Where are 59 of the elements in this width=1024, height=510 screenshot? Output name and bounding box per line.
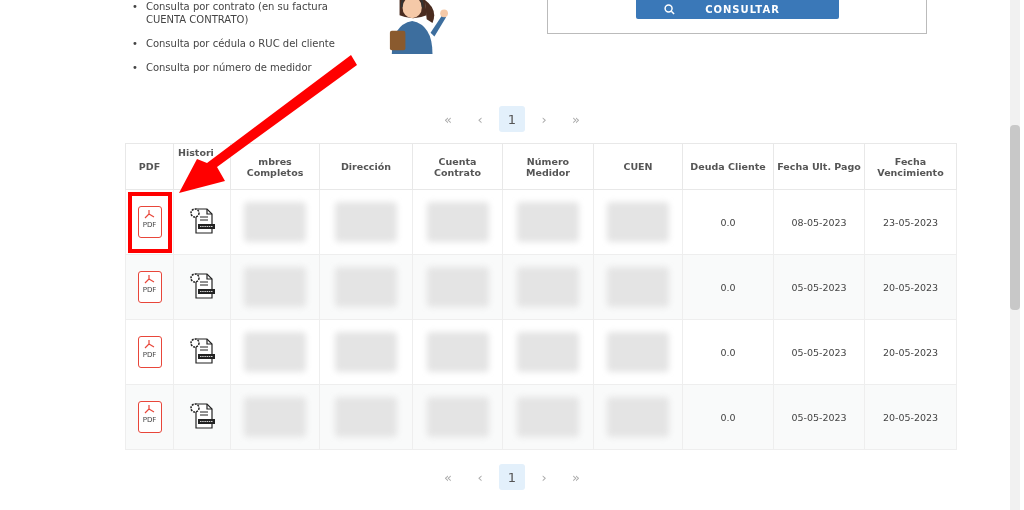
blurred-content: [517, 332, 579, 372]
table-cell: 0.0: [682, 254, 774, 320]
table-cell: 20-05-2023: [864, 319, 957, 385]
option-text: Consulta por contrato (en su factura CUENTA CONTRATO): [145, 0, 329, 26]
table-cell: 0.0: [682, 189, 774, 255]
column-header: Fecha Vencimiento: [877, 155, 944, 178]
blurred-content: [426, 202, 489, 242]
blurred-content: [426, 332, 489, 372]
previous-page-button[interactable]: ‹: [467, 106, 493, 132]
option-text: Consulta por cédula o RUC del cliente: [145, 37, 335, 50]
next-page-button[interactable]: ›: [531, 464, 557, 490]
column-header: Deuda Cliente: [690, 161, 766, 172]
acrobat-icon: [144, 210, 155, 219]
table-cell: 23-05-2023: [864, 189, 957, 255]
blurred-content: [335, 332, 397, 372]
option-text: Consulta por número de medidor: [145, 61, 312, 74]
history-document-icon[interactable]: [187, 271, 217, 301]
blurred-content: [607, 202, 669, 242]
bullet: •: [132, 0, 138, 13]
column-header: Histori: [178, 147, 214, 158]
table-cell: 20-05-2023: [864, 254, 957, 320]
acrobat-icon: [144, 275, 155, 284]
table-cell: 20-05-2023: [864, 384, 957, 450]
previous-page-button[interactable]: ‹: [467, 464, 493, 490]
last-page-button[interactable]: »: [563, 464, 589, 490]
blurred-content: [335, 202, 397, 242]
acrobat-icon: [144, 405, 155, 414]
blurred-content: [607, 332, 669, 372]
scrollbar[interactable]: [1010, 0, 1020, 510]
table-cell: 05-05-2023: [773, 254, 865, 320]
table-cell: 05-05-2023: [773, 319, 865, 385]
search-button[interactable]: CONSULTAR: [635, 0, 839, 19]
search-icon: [664, 4, 676, 15]
history-document-icon[interactable]: [187, 336, 217, 366]
history-document-icon[interactable]: [187, 206, 217, 236]
blurred-content: [244, 332, 306, 372]
next-page-button[interactable]: ›: [531, 106, 557, 132]
table-cell: 05-05-2023: [773, 384, 865, 450]
acrobat-icon: [144, 340, 155, 349]
column-header: CUEN: [623, 161, 653, 172]
column-header: Cuenta Contrato: [434, 155, 481, 178]
bullet: •: [132, 61, 138, 74]
column-header: PDF: [138, 161, 161, 172]
page-button[interactable]: 1: [499, 464, 525, 490]
table-cell: 08-05-2023: [773, 189, 865, 255]
first-page-button[interactable]: «: [435, 106, 461, 132]
column-header: mbres Completos: [246, 155, 304, 178]
table-cell: 0.0: [682, 319, 774, 385]
table-cell: 0.0: [682, 384, 774, 450]
first-page-button[interactable]: «: [435, 464, 461, 490]
column-header: Fecha Ult. Pago: [777, 161, 861, 172]
column-header: Número Medidor: [526, 155, 570, 178]
last-page-button[interactable]: »: [563, 106, 589, 132]
blurred-content: [244, 202, 306, 242]
history-document-icon[interactable]: [187, 401, 217, 431]
bullet: •: [132, 37, 138, 50]
column-header: Dirección: [340, 161, 392, 172]
blurred-content: [517, 202, 579, 242]
page-button[interactable]: 1: [499, 106, 525, 132]
